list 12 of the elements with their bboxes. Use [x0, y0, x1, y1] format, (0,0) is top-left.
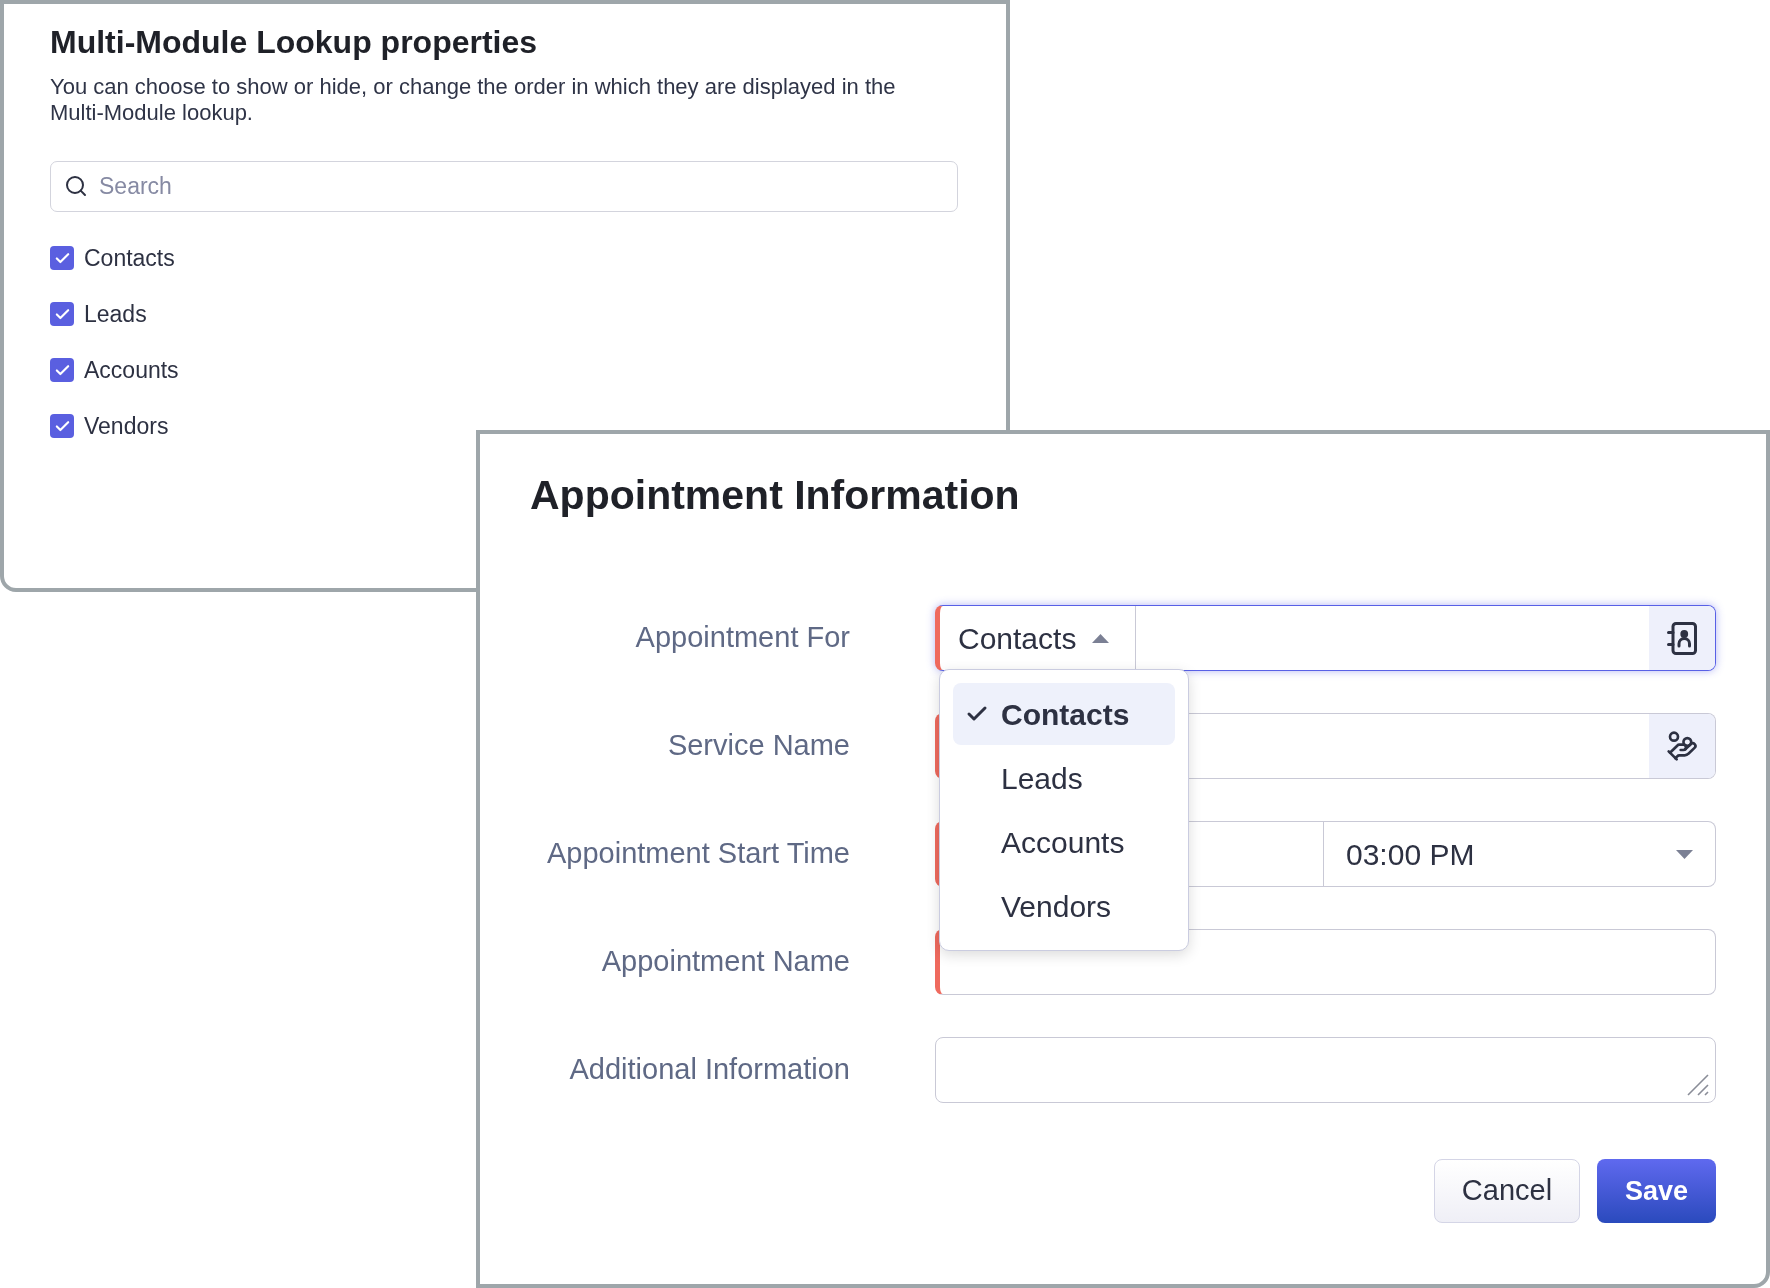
module-label: Vendors	[84, 411, 169, 441]
field-label: Appointment Name	[601, 944, 850, 980]
module-label: Leads	[84, 299, 147, 329]
dialog-title: Appointment Information	[530, 472, 1020, 518]
panel-description: You can choose to show or hide, or change the order in which they are displayed in the Multi-Module lookup.	[50, 74, 897, 126]
field-label: Service Name	[667, 728, 850, 764]
module-label: Contacts	[84, 243, 175, 273]
module-label: Accounts	[84, 355, 179, 385]
panel-title: Multi-Module Lookup properties	[50, 24, 538, 60]
field-label: Additional Information	[569, 1052, 850, 1088]
field-label: Appointment For	[635, 620, 850, 656]
field-label: Appointment Start Time	[546, 836, 850, 872]
